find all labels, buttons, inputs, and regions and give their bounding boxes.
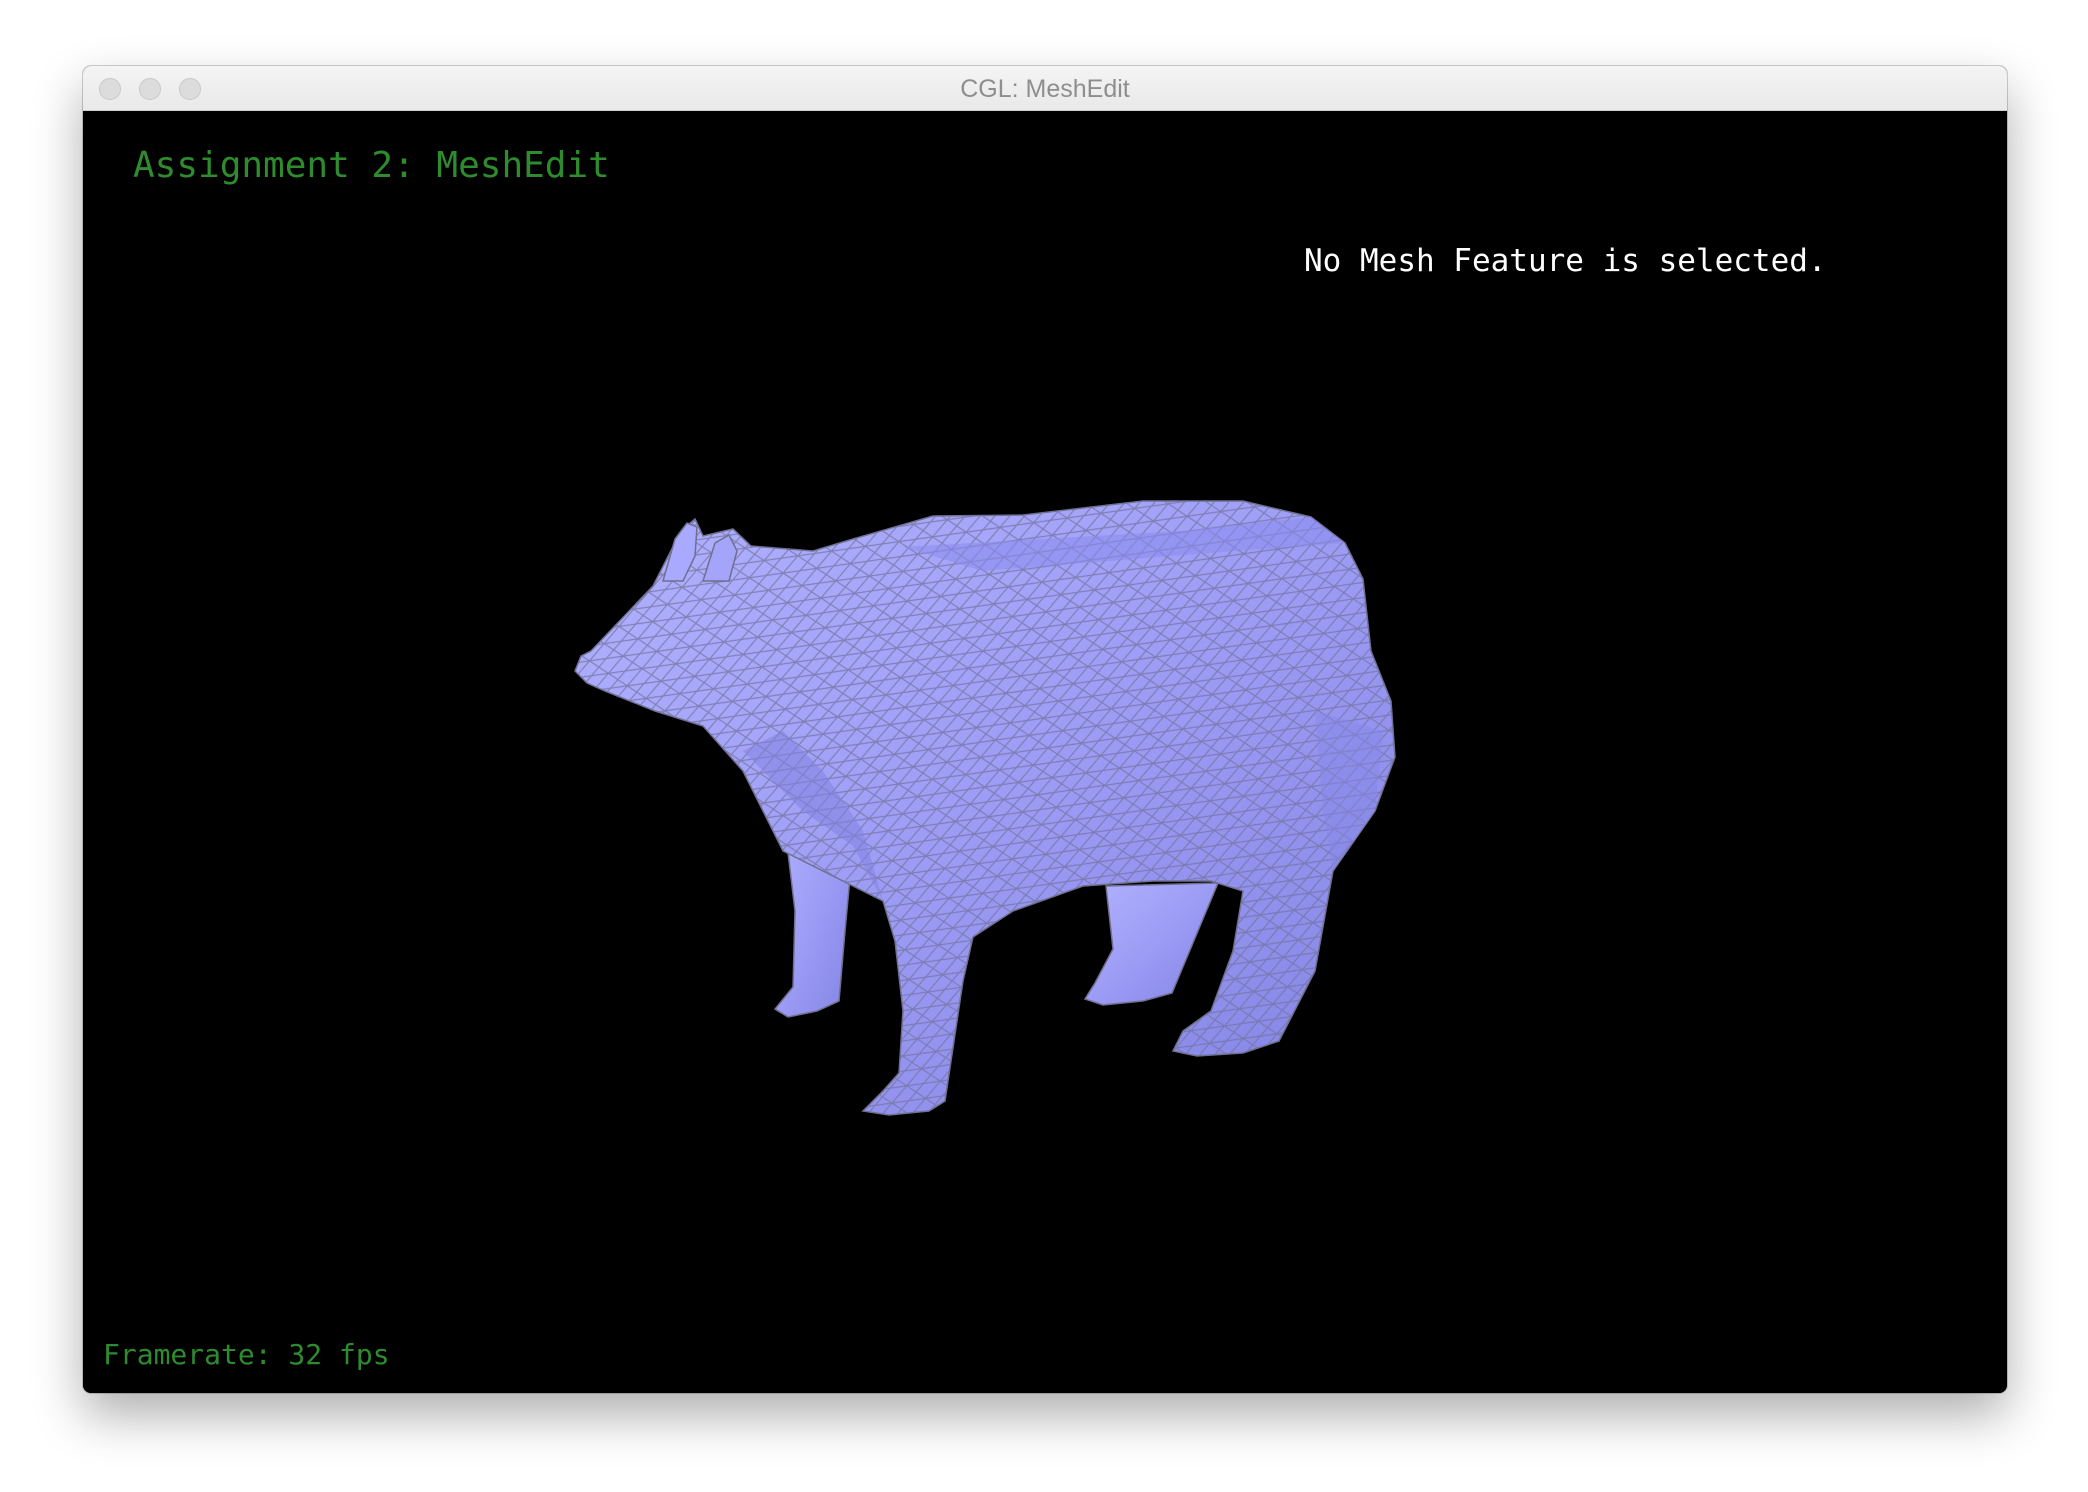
- render-viewport[interactable]: Assignment 2: MeshEdit No Mesh Feature i…: [83, 111, 2007, 1393]
- framerate-readout: Framerate: 32 fps: [103, 1338, 390, 1371]
- bear-back-far-leg: [1083, 882, 1220, 1006]
- bear-body-group: [574, 500, 1396, 1116]
- title-bar[interactable]: CGL: MeshEdit: [83, 66, 2007, 111]
- selection-status: No Mesh Feature is selected.: [1304, 243, 1827, 279]
- bear-wireframe: [575, 501, 1395, 1115]
- assignment-title: Assignment 2: MeshEdit: [133, 145, 610, 186]
- window-title: CGL: MeshEdit: [960, 75, 1130, 103]
- bear-mesh[interactable]: [83, 111, 2007, 1393]
- meshedit-window: CGL: MeshEdit Assignment 2: MeshEdit No …: [83, 66, 2007, 1393]
